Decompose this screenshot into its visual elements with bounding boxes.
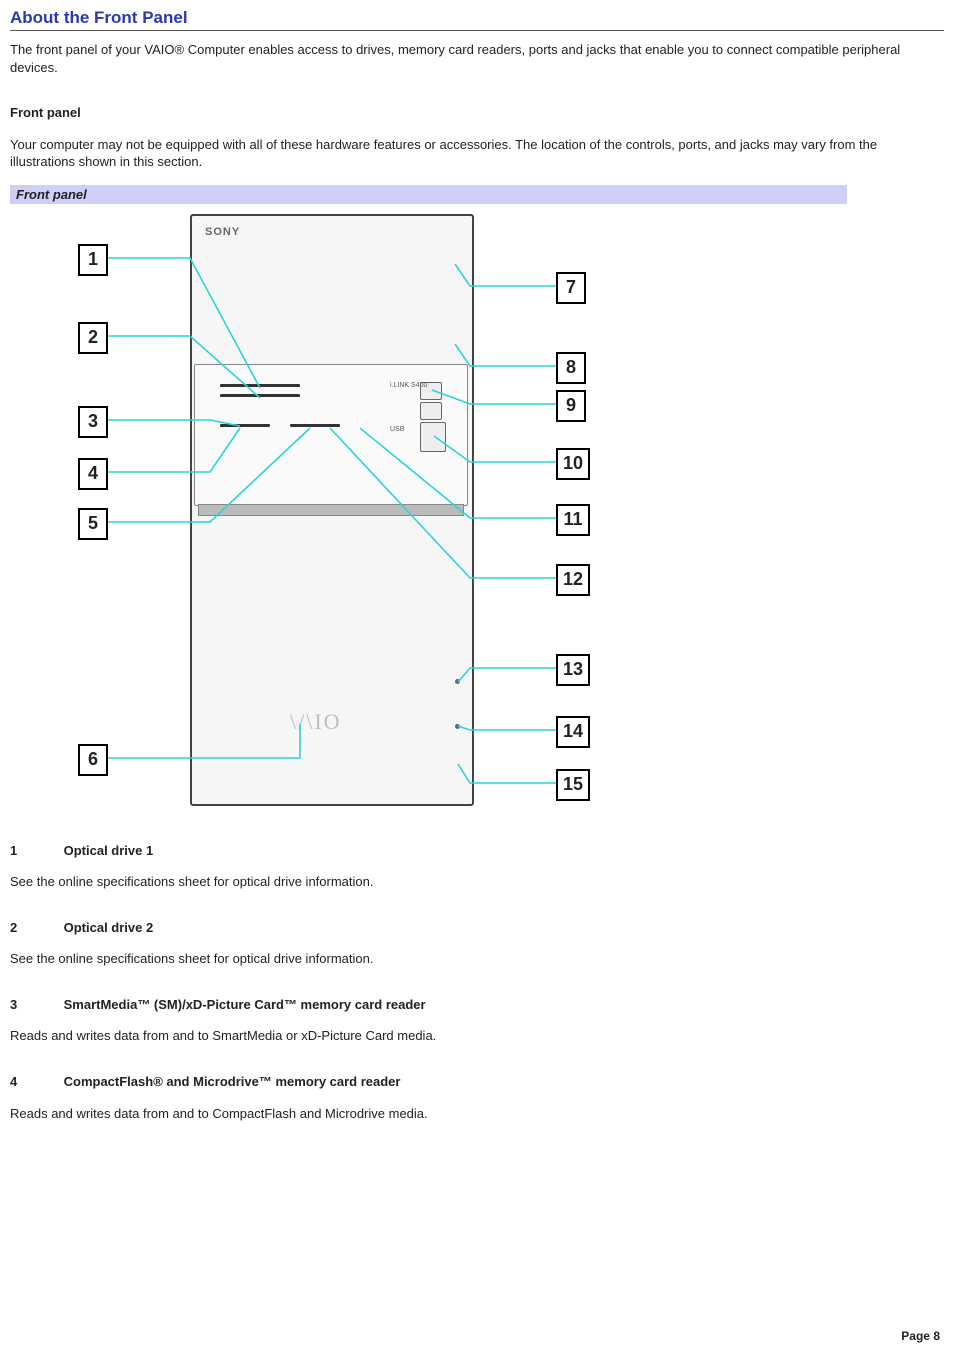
front-panel-paragraph: Your computer may not be equipped with a… (10, 136, 944, 171)
callout-8: 8 (556, 352, 586, 384)
callout-9: 9 (556, 390, 586, 422)
callout-4: 4 (78, 458, 108, 490)
item-1-number: 1 (10, 842, 60, 860)
front-panel-subhead: Front panel (10, 104, 944, 122)
item-4-desc: Reads and writes data from and to Compac… (10, 1105, 944, 1123)
item-1-desc: See the online specifications sheet for … (10, 873, 944, 891)
item-4-heading: 4 CompactFlash® and Microdrive™ memory c… (10, 1073, 944, 1091)
item-4-number: 4 (10, 1073, 60, 1091)
callout-1: 1 (78, 244, 108, 276)
item-3-desc: Reads and writes data from and to SmartM… (10, 1027, 944, 1045)
item-3-number: 3 (10, 996, 60, 1014)
front-panel-diagram: SONY i.LINK S400 USB \/\IO (60, 204, 640, 814)
callout-10: 10 (556, 448, 590, 480)
item-2-title: Optical drive 2 (64, 920, 154, 935)
callout-15: 15 (556, 769, 590, 801)
item-3-title: SmartMedia™ (SM)/xD-Picture Card™ memory… (64, 997, 426, 1012)
callout-11: 11 (556, 504, 590, 536)
item-1-heading: 1 Optical drive 1 (10, 842, 944, 860)
item-1-title: Optical drive 1 (64, 843, 154, 858)
callout-lines (60, 204, 640, 814)
item-4-title: CompactFlash® and Microdrive™ memory car… (64, 1074, 401, 1089)
callout-14: 14 (556, 716, 590, 748)
callout-5: 5 (78, 508, 108, 540)
figure-caption: Front panel (10, 185, 847, 204)
item-3-heading: 3 SmartMedia™ (SM)/xD-Picture Card™ memo… (10, 996, 944, 1014)
callout-3: 3 (78, 406, 108, 438)
page-title: About the Front Panel (10, 8, 944, 31)
page-number: Page 8 (901, 1329, 940, 1343)
callout-12: 12 (556, 564, 590, 596)
callout-2: 2 (78, 322, 108, 354)
item-2-desc: See the online specifications sheet for … (10, 950, 944, 968)
intro-paragraph: The front panel of your VAIO® Computer e… (10, 41, 944, 76)
callout-13: 13 (556, 654, 590, 686)
item-2-number: 2 (10, 919, 60, 937)
item-2-heading: 2 Optical drive 2 (10, 919, 944, 937)
callout-7: 7 (556, 272, 586, 304)
callout-6: 6 (78, 744, 108, 776)
